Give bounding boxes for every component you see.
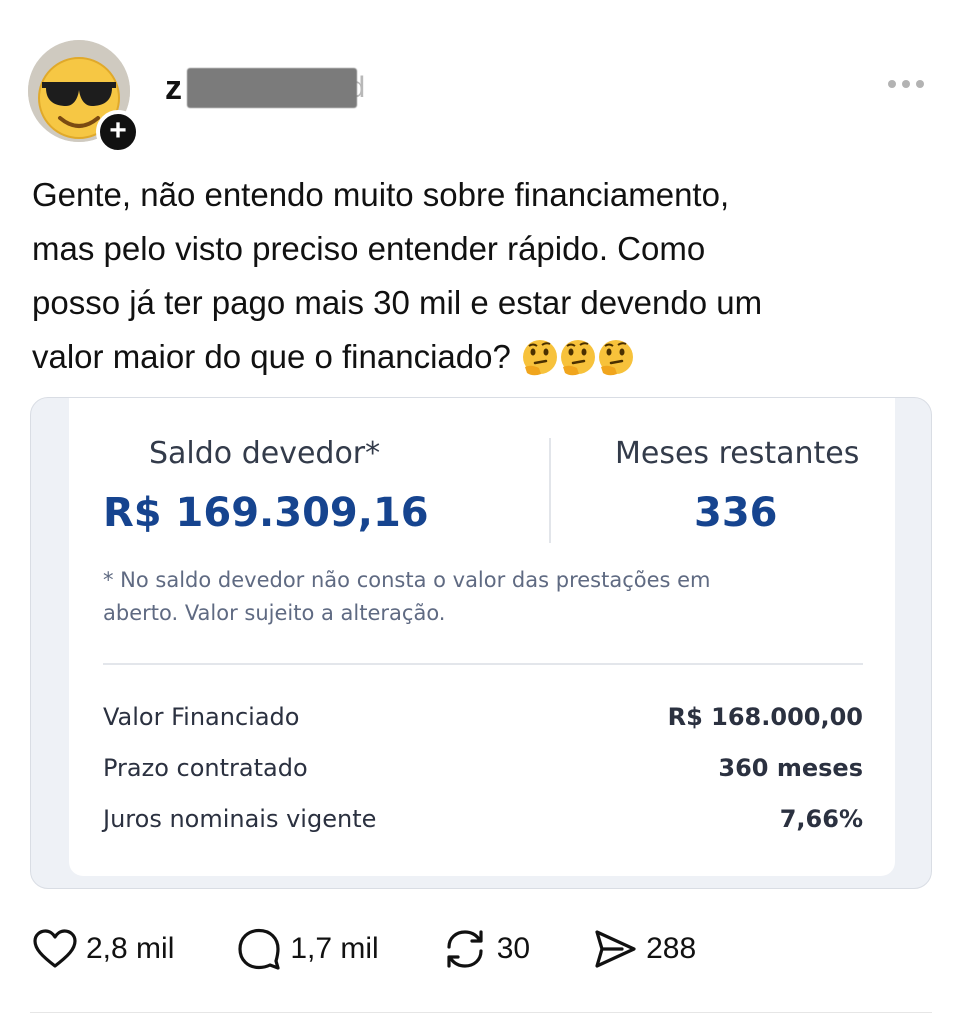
detail-label: Valor Financiado	[103, 703, 300, 731]
footnote-line: aberto. Valor sujeito a alteração.	[103, 601, 446, 625]
saldo-devedor-value: R$ 169.309,16	[103, 490, 429, 536]
meses-restantes-value: 336	[694, 490, 778, 536]
meses-restantes-label: Meses restantes	[615, 436, 860, 471]
detail-label: Juros nominais vigente	[103, 805, 377, 833]
send-icon	[595, 930, 636, 968]
detail-value: 360 meses	[718, 754, 863, 782]
post-text-line-last: valor maior do que o financiado?	[32, 330, 912, 386]
footnote: * No saldo devedor não consta o valor da…	[103, 564, 863, 630]
share-count: 288	[646, 932, 697, 965]
detail-row: Juros nominais vigente 7,66%	[103, 805, 863, 833]
dot-icon	[888, 80, 896, 88]
follow-plus-button[interactable]: +	[96, 110, 140, 154]
post-text-line-content: valor maior do que o financiado?	[32, 338, 511, 375]
post-text: Gente, não entendo muito sobre financiam…	[32, 168, 912, 386]
saldo-devedor-label: Saldo devedor*	[149, 436, 381, 471]
post-separator	[30, 1012, 932, 1013]
dot-icon	[916, 80, 924, 88]
post-text-line: posso já ter pago mais 30 mil e estar de…	[32, 284, 763, 321]
like-button[interactable]: 2,8 mil	[32, 928, 174, 970]
vertical-divider	[549, 438, 551, 543]
username-redaction	[187, 68, 357, 108]
username-start: z	[165, 68, 183, 107]
share-button[interactable]: 288	[592, 928, 696, 970]
reply-button[interactable]: 1,7 mil	[236, 927, 379, 971]
heart-icon	[33, 929, 77, 968]
post-text-line: mas pelo visto preciso entender rápido. …	[32, 230, 706, 267]
post-text-line: Gente, não entendo muito sobre financiam…	[32, 176, 730, 213]
repost-icon	[447, 930, 483, 968]
attached-image[interactable]: Saldo devedor* R$ 169.309,16 Meses resta…	[30, 397, 932, 889]
detail-value: R$ 168.000,00	[667, 703, 863, 731]
detail-value: 7,66%	[779, 805, 863, 833]
thinking-face-icon	[560, 339, 595, 375]
like-count: 2,8 mil	[86, 932, 175, 965]
financing-summary-card: Saldo devedor* R$ 169.309,16 Meses resta…	[69, 398, 895, 876]
detail-label: Prazo contratado	[103, 754, 308, 782]
comment-bubble-icon	[238, 928, 280, 970]
action-bar: 2,8 mil 1,7 mil 30 288	[32, 924, 758, 974]
emoji-row	[519, 328, 633, 382]
footnote-line: * No saldo devedor não consta o valor da…	[103, 568, 711, 592]
detail-row: Prazo contratado 360 meses	[103, 754, 863, 782]
horizontal-divider	[103, 663, 863, 665]
reply-count: 1,7 mil	[290, 932, 379, 965]
repost-button[interactable]: 30	[441, 927, 530, 971]
repost-count: 30	[496, 932, 531, 965]
detail-row: Valor Financiado R$ 168.000,00	[103, 703, 863, 731]
dot-icon	[902, 80, 910, 88]
thinking-face-icon	[522, 339, 557, 375]
more-options-button[interactable]	[888, 80, 924, 88]
thinking-face-icon	[598, 339, 633, 375]
